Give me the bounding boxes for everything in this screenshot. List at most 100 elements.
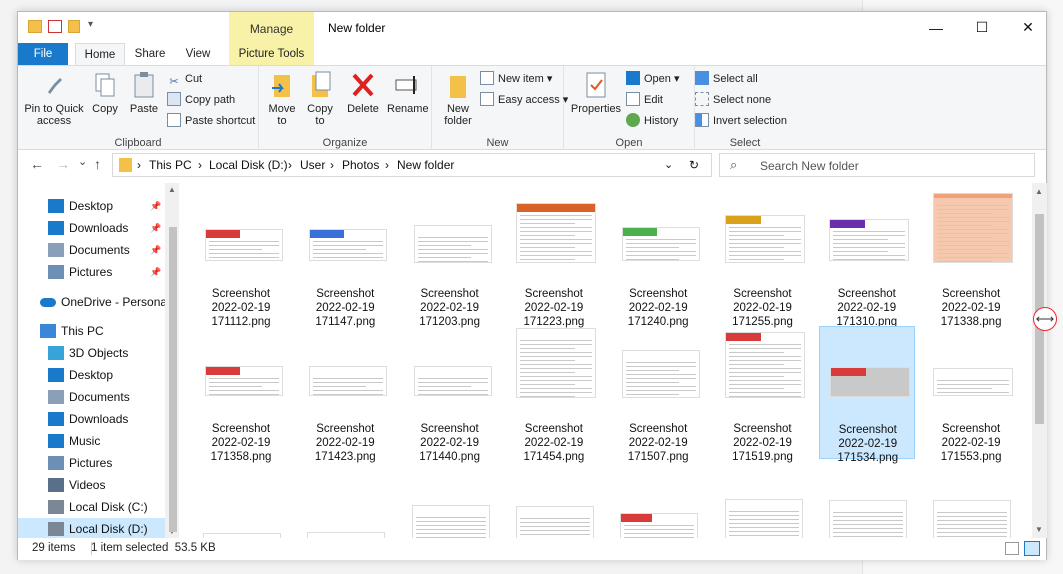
nav-item[interactable]: Downloads: [48, 408, 180, 430]
file-item[interactable]: Screenshot 2022-02-19 171338.png: [923, 191, 1019, 328]
rename-button[interactable]: Rename: [387, 70, 429, 115]
file-item[interactable]: Screenshot 2022-02-19 171507.png: [610, 326, 706, 463]
nav-item[interactable]: Music: [48, 430, 180, 452]
thumbnail-text-line: [519, 219, 592, 220]
thumbnail-text-line: [832, 251, 888, 252]
file-thumbnail[interactable]: [724, 499, 803, 538]
file-thumbnail[interactable]: [828, 500, 907, 538]
properties-quick-icon[interactable]: [48, 20, 62, 33]
recent-locations-icon[interactable]: ⌄: [78, 155, 87, 168]
nav-item[interactable]: Desktop: [48, 364, 180, 386]
open-button[interactable]: Open ▾: [626, 70, 680, 88]
nav-item[interactable]: Desktop 📌: [48, 195, 180, 217]
scroll-down-icon[interactable]: ▼: [1035, 525, 1043, 534]
pin-to-quick-access-button[interactable]: Pin to Quick access: [24, 70, 84, 127]
new-folder-quick-icon[interactable]: [68, 20, 80, 33]
nav-item[interactable]: Documents 📌: [48, 239, 180, 261]
file-thumbnail[interactable]: [620, 513, 699, 538]
tab-view[interactable]: View: [178, 43, 218, 65]
file-item[interactable]: Screenshot 2022-02-19 171203.png: [402, 191, 498, 328]
address-box[interactable]: › This PC › Local Disk (D:) › User › Pho…: [112, 153, 712, 177]
nav-item[interactable]: Local Disk (C:): [48, 496, 180, 518]
history-button[interactable]: History: [626, 112, 678, 130]
large-icons-view-icon[interactable]: [1024, 541, 1040, 556]
thumbnail-text-line: [519, 227, 592, 228]
file-item[interactable]: Screenshot 2022-02-19 171240.png: [610, 191, 706, 328]
breadcrumb-photos[interactable]: Photos: [342, 158, 379, 172]
scroll-up-icon[interactable]: ▲: [168, 185, 176, 194]
up-icon[interactable]: ↑: [94, 156, 101, 172]
file-item[interactable]: Screenshot 2022-02-19 171112.png: [193, 191, 289, 328]
file-item[interactable]: Screenshot 2022-02-19 171534.png: [818, 326, 915, 464]
select-all-button[interactable]: Select all: [695, 70, 758, 88]
invert-selection-button[interactable]: Invert selection: [695, 112, 787, 130]
breadcrumb-this-pc[interactable]: This PC: [149, 158, 192, 172]
search-input[interactable]: ⌕ Search New folder: [719, 153, 1035, 177]
select-none-button[interactable]: Select none: [695, 91, 771, 109]
copy-button[interactable]: Copy: [88, 70, 122, 115]
easy-access-button[interactable]: Easy access ▾: [480, 91, 568, 109]
details-view-icon[interactable]: [1005, 542, 1019, 555]
tab-picture-tools[interactable]: Picture Tools: [229, 43, 314, 65]
scroll-up-icon[interactable]: ▲: [1035, 187, 1043, 196]
nav-item[interactable]: Pictures 📌: [48, 261, 180, 283]
thumbnail-header: [725, 333, 761, 341]
breadcrumb-user[interactable]: User: [300, 158, 325, 172]
nav-item[interactable]: OneDrive - Personal: [40, 291, 180, 313]
file-thumbnail[interactable]: [933, 500, 1012, 538]
nav-item[interactable]: Downloads 📌: [48, 217, 180, 239]
file-item[interactable]: Screenshot 2022-02-19 171553.png: [923, 326, 1019, 463]
file-item[interactable]: Screenshot 2022-02-19 171358.png: [193, 326, 289, 463]
new-item-button[interactable]: New item ▾: [480, 70, 552, 88]
select-none-label: Select none: [713, 94, 772, 106]
nav-scrollbar-thumb[interactable]: [169, 227, 177, 532]
file-item[interactable]: Screenshot 2022-02-19 171519.png: [715, 326, 811, 463]
file-name-line: 2022-02-19: [838, 438, 898, 450]
cut-button[interactable]: ✂ Cut: [167, 70, 202, 88]
file-item[interactable]: Screenshot 2022-02-19 171255.png: [715, 191, 811, 328]
new-folder-button[interactable]: New folder: [438, 70, 478, 127]
nav-item[interactable]: Videos: [48, 474, 180, 496]
tab-file[interactable]: File: [18, 43, 68, 65]
thumbnail-text-line: [832, 512, 903, 513]
tab-share[interactable]: Share: [128, 43, 172, 65]
thumbnail-text-line: [313, 241, 384, 242]
paste-shortcut-button[interactable]: Paste shortcut: [167, 112, 255, 130]
thumbnail-text-line: [728, 392, 801, 393]
new-item-icon: [480, 71, 494, 85]
properties-button[interactable]: Properties: [570, 70, 622, 115]
nav-item[interactable]: Local Disk (D:): [18, 518, 165, 538]
file-thumbnail[interactable]: [411, 505, 490, 538]
file-item[interactable]: Screenshot 2022-02-19 171223.png: [506, 191, 602, 328]
quick-access-dropdown-icon[interactable]: ▾: [88, 19, 93, 30]
forward-icon[interactable]: →: [56, 156, 70, 172]
file-item[interactable]: Screenshot 2022-02-19 171310.png: [819, 191, 915, 328]
minimize-button[interactable]: —: [913, 12, 959, 43]
back-icon[interactable]: ←: [30, 156, 44, 172]
nav-item[interactable]: 3D Objects: [48, 342, 180, 364]
nav-item[interactable]: This PC: [40, 320, 180, 342]
manage-context-tab[interactable]: Manage: [229, 12, 314, 43]
breadcrumb-local-disk-d[interactable]: Local Disk (D:): [209, 158, 288, 172]
paste-button[interactable]: Paste: [126, 70, 162, 115]
maximize-button[interactable]: ☐: [959, 12, 1005, 43]
file-thumbnail[interactable]: [515, 506, 594, 538]
edit-button[interactable]: Edit: [626, 91, 663, 109]
file-item[interactable]: Screenshot 2022-02-19 171454.png: [506, 326, 602, 463]
file-item[interactable]: Screenshot 2022-02-19 171440.png: [402, 326, 498, 463]
breadcrumb-new-folder[interactable]: New folder: [397, 158, 454, 172]
nav-item[interactable]: Documents: [48, 386, 180, 408]
file-item[interactable]: Screenshot 2022-02-19 171147.png: [297, 191, 393, 328]
move-to-button[interactable]: Move to: [265, 70, 299, 127]
nav-item-label: Documents: [69, 243, 130, 257]
tab-home[interactable]: Home: [75, 43, 125, 65]
copy-to-button[interactable]: Copy to: [303, 70, 337, 127]
delete-button[interactable]: Delete: [343, 70, 383, 115]
thumbnail-text-line: [626, 394, 680, 395]
nav-item[interactable]: Pictures: [48, 452, 180, 474]
address-dropdown-icon[interactable]: ⌄: [664, 158, 673, 171]
copy-path-button[interactable]: Copy path: [167, 91, 235, 109]
file-item[interactable]: Screenshot 2022-02-19 171423.png: [297, 326, 393, 463]
close-button[interactable]: ✕: [1005, 12, 1051, 43]
refresh-icon[interactable]: ↻: [689, 158, 699, 172]
